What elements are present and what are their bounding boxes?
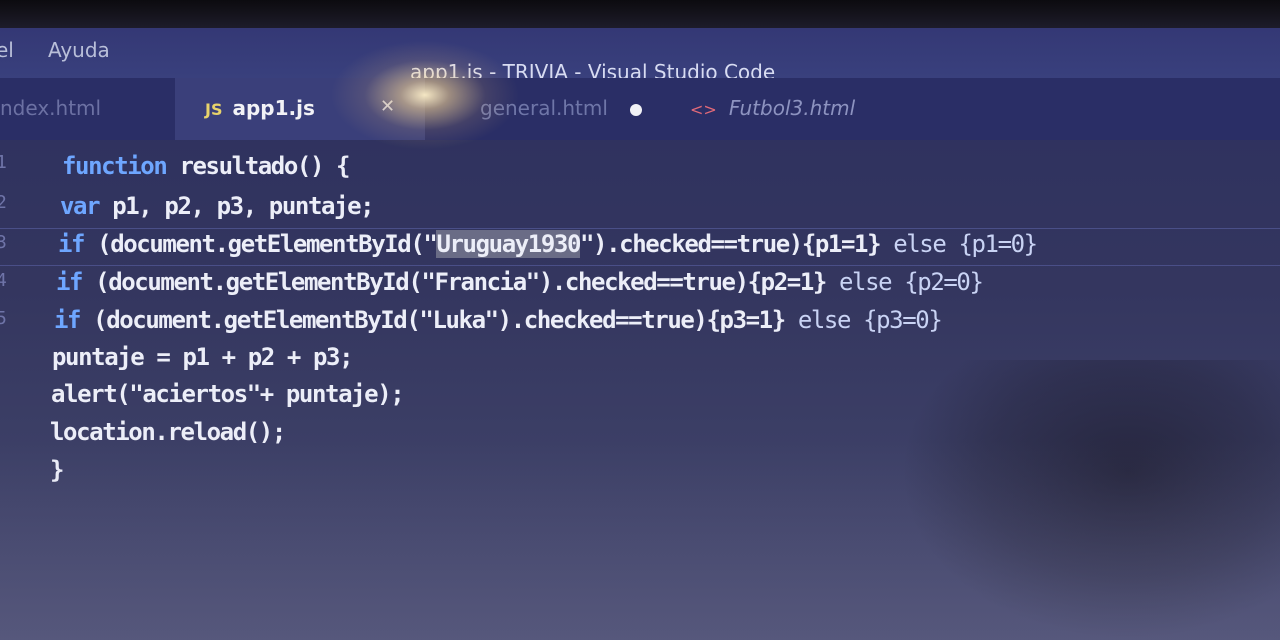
- unsaved-changes-dot-icon[interactable]: [629, 103, 642, 116]
- code-line: if (document.getElementById("Francia").c…: [56, 268, 984, 296]
- line-number: 1: [0, 152, 7, 173]
- code-text: {p1=0}: [945, 230, 1038, 258]
- code-line: puntaje = p1 + p2 + p3;: [52, 343, 354, 371]
- close-tab-icon[interactable]: ✕: [380, 96, 395, 117]
- tab-label: Futbol3.html: [728, 96, 856, 120]
- code-text: {p3=0}: [850, 306, 943, 334]
- line-number: 2: [0, 192, 7, 213]
- code-line: location.reload();: [50, 418, 286, 446]
- code-line: var p1, p2, p3, puntaje;: [60, 192, 375, 220]
- code-line: if (document.getElementById("Luka").chec…: [54, 306, 943, 334]
- menu-item-panel[interactable]: el: [0, 38, 14, 62]
- tab-app1-js[interactable]: JS app1.js ✕: [175, 78, 425, 140]
- code-text: (document.getElementById("Luka").checked…: [80, 306, 798, 334]
- code-text: (document.getElementById("Francia").chec…: [82, 268, 839, 296]
- code-text: {p2=0}: [891, 268, 984, 296]
- code-line: if (document.getElementById("Uruguay1930…: [58, 230, 1038, 258]
- code-text: resultado() {: [166, 152, 350, 180]
- html-file-icon: <>: [690, 100, 717, 119]
- keyword: if: [56, 268, 84, 296]
- js-file-icon: JS: [205, 100, 223, 119]
- tab-label: general.html: [480, 96, 608, 120]
- tab-futbol3-html[interactable]: <> Futbol3.html: [665, 78, 900, 140]
- code-text: p1, p2, p3, puntaje;: [99, 192, 374, 220]
- editor-tab-bar: ndex.html JS app1.js ✕ general.html <> Fut…: [0, 78, 1280, 140]
- tab-index-html[interactable]: ndex.html: [0, 78, 175, 140]
- keyword: else: [838, 268, 893, 296]
- line-number: 3: [0, 232, 7, 253]
- code-text: ").checked==true){p1=1}: [580, 230, 894, 258]
- selected-text: Uruguay1930: [436, 230, 581, 258]
- screen: el Ayuda app1.js - TRIVIA - Visual Studi…: [0, 0, 1280, 640]
- code-line: alert("aciertos"+ puntaje);: [51, 380, 405, 408]
- keyword: if: [54, 306, 82, 334]
- keyword: else: [797, 306, 852, 334]
- tab-label: ndex.html: [0, 96, 102, 120]
- keyword: if: [58, 230, 86, 258]
- line-number: 5: [0, 308, 7, 329]
- keyword: function: [62, 152, 168, 180]
- code-line: function resultado() {: [62, 152, 351, 180]
- keyword: else: [893, 230, 947, 258]
- monitor-bezel: [0, 0, 1280, 28]
- code-line: }: [50, 456, 64, 484]
- menu-item-help[interactable]: Ayuda: [48, 38, 110, 62]
- tab-label: app1.js: [232, 96, 315, 120]
- code-editor[interactable]: 1 2 3 4 5 function resultado() { var p1,…: [0, 140, 1280, 640]
- line-number: 4: [0, 270, 7, 291]
- tab-general-html[interactable]: general.html: [425, 78, 665, 140]
- menu-bar: el Ayuda app1.js - TRIVIA - Visual Studi…: [0, 28, 1280, 84]
- code-text: (document.getElementById(": [84, 230, 438, 258]
- keyword: var: [60, 192, 101, 220]
